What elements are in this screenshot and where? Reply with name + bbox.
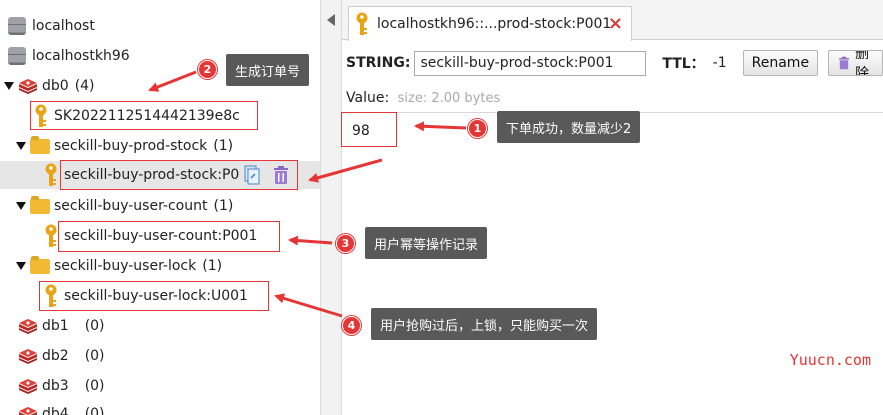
value-header: Value: size: 2.00 bytes (346, 90, 500, 106)
annotation-callout-1: 下单成功，数量减少2 (497, 111, 641, 143)
panel-splitter[interactable] (320, 0, 342, 415)
redis-db-icon (19, 79, 37, 94)
server-icon (8, 47, 26, 65)
db-count: (0) (84, 406, 105, 415)
key-icon (45, 224, 57, 247)
server-item-localhostkh96[interactable]: localhostkh96 (8, 42, 130, 70)
folder-label: seckill-buy-user-lock (54, 258, 197, 274)
ttl-label: TTL： (662, 56, 705, 72)
folder-icon (30, 195, 50, 214)
db-count: (0) (84, 378, 105, 394)
close-tab-icon[interactable]: × (608, 13, 623, 34)
folder-count: (1) (213, 198, 234, 214)
server-label: localhostkh96 (32, 48, 130, 64)
db-item-db0[interactable]: db0 (4) (4, 72, 95, 100)
highlight-box-user-lock (39, 281, 269, 311)
ttl-value: -1 (712, 55, 727, 71)
server-item-localhost[interactable]: localhost (8, 12, 95, 40)
tab-bar: localhostkh96::...prod-stock:P001 × (342, 0, 883, 41)
annotation-badge-2: 2 (198, 60, 217, 79)
value-size: size: 2.00 bytes (397, 91, 501, 106)
annotation-badge-3: 3 (336, 234, 355, 253)
server-label: localhost (32, 18, 95, 34)
db-label: db3 (42, 378, 69, 394)
delete-label: 删除 (855, 50, 870, 76)
annotation-callout-4: 用户抢购过后，上锁，只能购买一次 (371, 308, 598, 340)
db-item-db4[interactable]: db4 (0) (18, 400, 105, 415)
collapse-left-icon[interactable] (327, 14, 335, 26)
watermark: Yuucn.com (789, 351, 871, 369)
tab-label: localhostkh96::...prod-stock:P001 (377, 16, 612, 32)
trash-icon (839, 56, 849, 70)
value-editor[interactable]: 98 (342, 112, 883, 415)
db-label: db0 (42, 78, 69, 94)
folder-icon (30, 255, 50, 274)
highlight-box-value (341, 112, 397, 147)
db-item-db2[interactable]: db2 (0) (18, 342, 105, 370)
folder-icon (30, 135, 50, 154)
folder-label: seckill-buy-user-count (54, 198, 208, 214)
folder-item-user-count[interactable]: seckill-buy-user-count (1) (16, 192, 233, 220)
folder-count: (1) (202, 258, 223, 274)
value-label: Value: (346, 90, 390, 106)
folder-item-prod-stock[interactable]: seckill-buy-prod-stock (1) (16, 132, 233, 160)
redis-db-icon (19, 319, 37, 334)
rename-button[interactable]: Rename (742, 50, 819, 76)
key-icon (356, 12, 368, 35)
expand-icon[interactable] (16, 262, 26, 270)
server-icon (8, 17, 26, 35)
expand-icon[interactable] (16, 142, 26, 150)
tab-key-prod-stock[interactable]: localhostkh96::...prod-stock:P001 × (348, 6, 632, 41)
annotation-callout-3: 用户幂等操作记录 (365, 227, 488, 259)
redis-db-icon (19, 349, 37, 364)
key-type-label: STRING: (346, 55, 411, 71)
expand-icon[interactable] (16, 202, 26, 210)
db-label: db1 (42, 318, 69, 334)
redis-db-icon (19, 379, 37, 394)
highlight-box-user-count (58, 221, 280, 252)
db-label: db2 (42, 348, 69, 364)
delete-button[interactable]: 删除 (828, 50, 883, 76)
db-count: (0) (84, 348, 105, 364)
key-toolbar: STRING: TTL： -1 Rename 删除 (342, 48, 883, 78)
db-item-db3[interactable]: db3 (0) (18, 372, 105, 400)
folder-item-user-lock[interactable]: seckill-buy-user-lock (1) (16, 252, 222, 280)
folder-count: (1) (213, 138, 234, 154)
db-count: (4) (74, 78, 95, 94)
db-item-db1[interactable]: db1 (0) (18, 312, 105, 340)
key-icon (45, 163, 57, 186)
annotation-badge-1: 1 (468, 119, 487, 138)
annotation-callout-2: 生成订单号 (226, 54, 310, 86)
highlight-box-order-key (30, 101, 258, 130)
db-label: db4 (42, 406, 69, 415)
db-count: (0) (84, 318, 105, 334)
highlight-box-prod-stock (60, 160, 298, 190)
expand-icon[interactable] (4, 82, 14, 90)
redis-db-icon (19, 407, 37, 415)
annotation-badge-4: 4 (342, 316, 361, 335)
key-name-input[interactable] (414, 50, 647, 76)
folder-label: seckill-buy-prod-stock (54, 138, 208, 154)
